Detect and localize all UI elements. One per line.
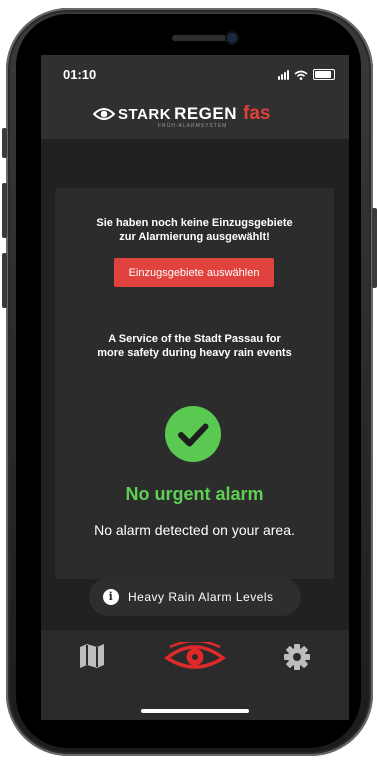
gear-icon	[284, 644, 310, 670]
eye-icon	[163, 639, 227, 669]
logo-subtitle: FRÜH-ALARMSYSTEM	[158, 123, 228, 129]
power-button	[372, 208, 377, 288]
logo-fas-text: fas	[243, 103, 271, 124]
bottom-tab-bar	[41, 630, 349, 720]
info-icon: i	[103, 589, 119, 605]
front-camera	[227, 33, 237, 43]
logo-eye-icon	[93, 108, 115, 120]
mute-switch	[2, 128, 7, 158]
status-bar: 01:10	[41, 55, 349, 95]
alarm-status-title: No urgent alarm	[125, 484, 264, 504]
select-catchment-areas-button[interactable]: Einzugsgebiete auswählen	[114, 258, 274, 287]
service-line-2: more safety during heavy rain events	[97, 347, 292, 359]
status-time: 01:10	[63, 67, 97, 82]
battery-icon	[313, 69, 335, 80]
earpiece-speaker	[172, 35, 228, 41]
alarm-levels-button[interactable]: i Heavy Rain Alarm Levels	[89, 578, 301, 616]
status-card: Sie haben noch keine Einzugsgebiete zur …	[55, 188, 334, 579]
warning-line-1: Sie haben noch keine Einzugsgebiete	[96, 217, 293, 229]
tab-alarm[interactable]	[163, 639, 227, 677]
warning-line-2: zur Alarmierung ausgewählt!	[119, 231, 270, 243]
no-catchment-warning: Sie haben noch keine Einzugsgebiete zur …	[65, 216, 324, 244]
app-logo: STARK REGEN fas	[93, 103, 271, 125]
alarm-levels-label: Heavy Rain Alarm Levels	[128, 590, 274, 604]
app-header: STARK REGEN fas FRÜH-ALARMSYSTEM	[41, 95, 349, 139]
service-info: A Service of the Stadt Passau for more s…	[65, 332, 324, 360]
status-icons	[278, 69, 335, 80]
logo-regen-text: REGEN	[174, 104, 238, 123]
check-icon	[165, 406, 221, 462]
logo-stark-text: STARK	[118, 105, 172, 123]
signal-icon	[278, 70, 289, 80]
alarm-status-description: No alarm detected on your area.	[94, 522, 295, 538]
wifi-icon	[294, 70, 308, 80]
map-icon	[80, 644, 104, 668]
tab-settings[interactable]	[282, 642, 312, 677]
service-line-1: A Service of the Stadt Passau for	[108, 333, 281, 345]
tab-map[interactable]	[77, 642, 107, 675]
app-screen: 01:10 STARK REGEN fas FRÜH-ALARMSYSTEM S…	[41, 55, 349, 720]
volume-up-button	[2, 183, 7, 238]
home-indicator[interactable]	[141, 709, 249, 713]
volume-down-button	[2, 253, 7, 308]
